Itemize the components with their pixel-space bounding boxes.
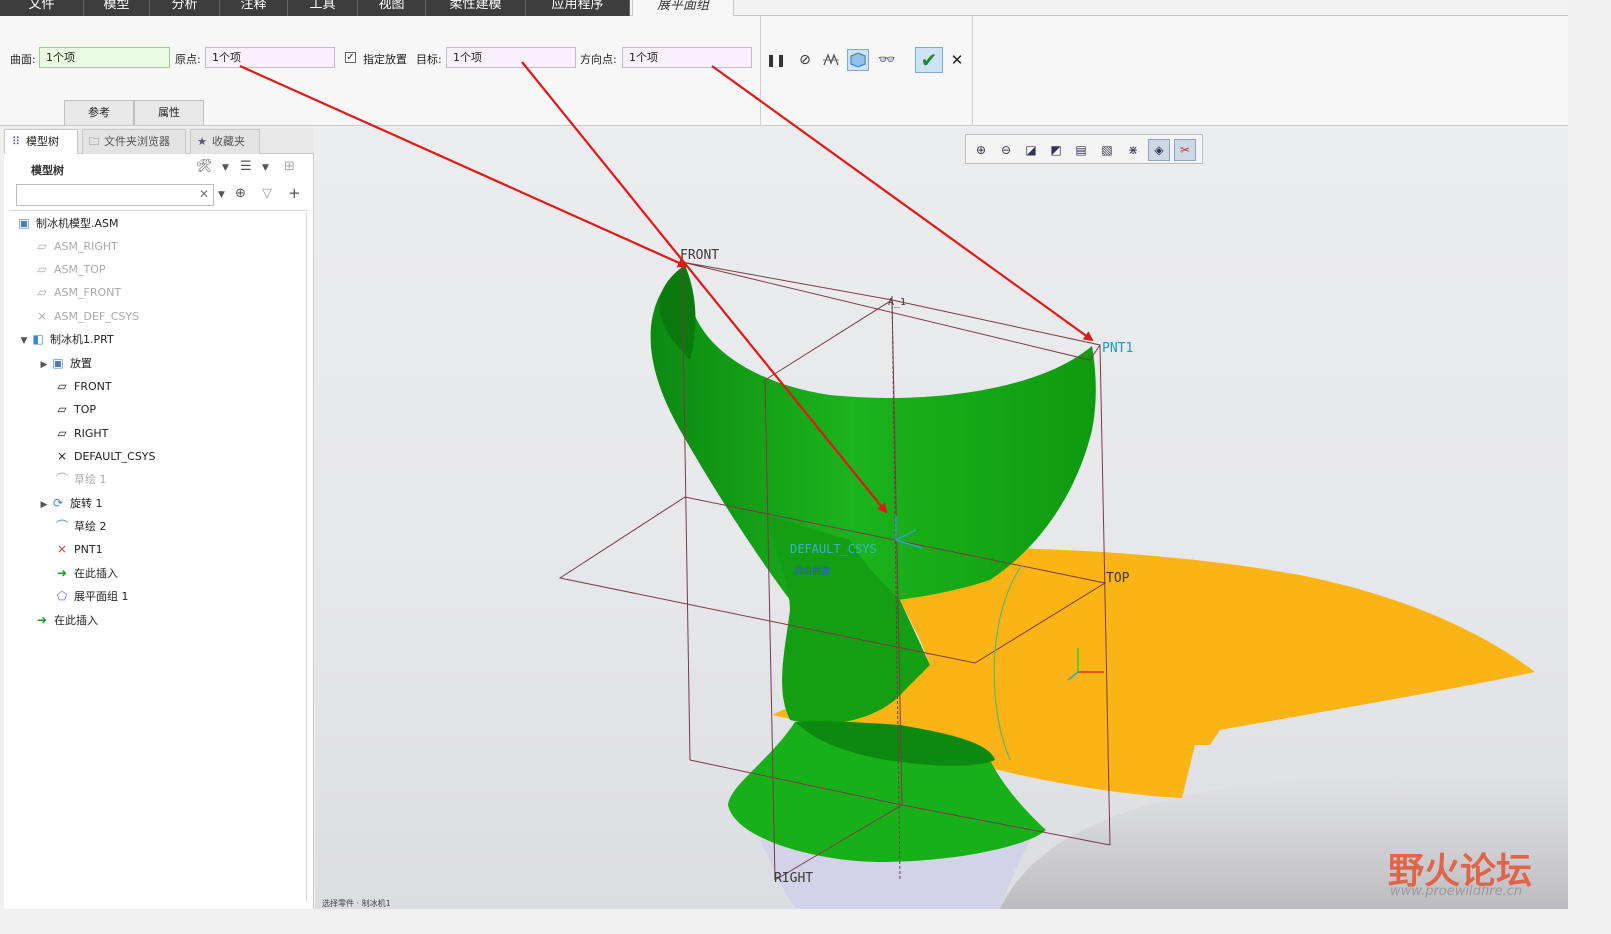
datum-display-button[interactable]: ⋇	[1122, 139, 1144, 161]
label-default-csys: DEFAULT_CSYS	[790, 542, 877, 556]
display-style-button[interactable]: ◩	[1045, 139, 1067, 161]
view-toolbar: ⊕ ⊖ ◪ ◩ ▤ ▧ ⋇ ◈ ✂	[965, 134, 1203, 164]
view-manager-button[interactable]: ▧	[1096, 139, 1118, 161]
refit-button[interactable]: ◪	[1020, 139, 1042, 161]
zoom-out-icon: ⊖	[1000, 143, 1012, 157]
zoom-in-button[interactable]: ⊕	[970, 139, 992, 161]
label-axis: A_1	[888, 297, 906, 308]
annotation-display-button[interactable]: ✂	[1174, 139, 1196, 161]
camera-icon: ▧	[1101, 143, 1113, 157]
spin-center-icon: ◈	[1154, 143, 1164, 157]
label-front: FRONT	[680, 248, 719, 263]
spin-center-button[interactable]: ◈	[1148, 139, 1170, 161]
saved-views-icon: ▤	[1075, 143, 1087, 157]
label-source-quilt: 源组曲面	[794, 565, 830, 577]
label-pnt1: PNT1	[1102, 341, 1133, 356]
zoom-in-icon: ⊕	[975, 143, 987, 157]
refit-icon: ◪	[1025, 143, 1037, 157]
label-right: RIGHT	[774, 871, 813, 886]
zoom-out-button[interactable]: ⊖	[995, 139, 1017, 161]
shaded-cube-icon: ◩	[1050, 143, 1062, 157]
watermark-url: www.proewildfire.cn	[1390, 884, 1523, 899]
status-text: 选择零件 · 制冰机1	[322, 899, 391, 908]
annotation-display-icon: ✂	[1179, 143, 1191, 157]
datum-display-icon: ⋇	[1127, 143, 1139, 157]
label-top: TOP	[1106, 571, 1130, 586]
model-scene[interactable]: FRONT PNT1 TOP RIGHT DEFAULT_CSYS A_1 源组…	[0, 0, 1568, 909]
saved-views-button[interactable]: ▤	[1070, 139, 1092, 161]
